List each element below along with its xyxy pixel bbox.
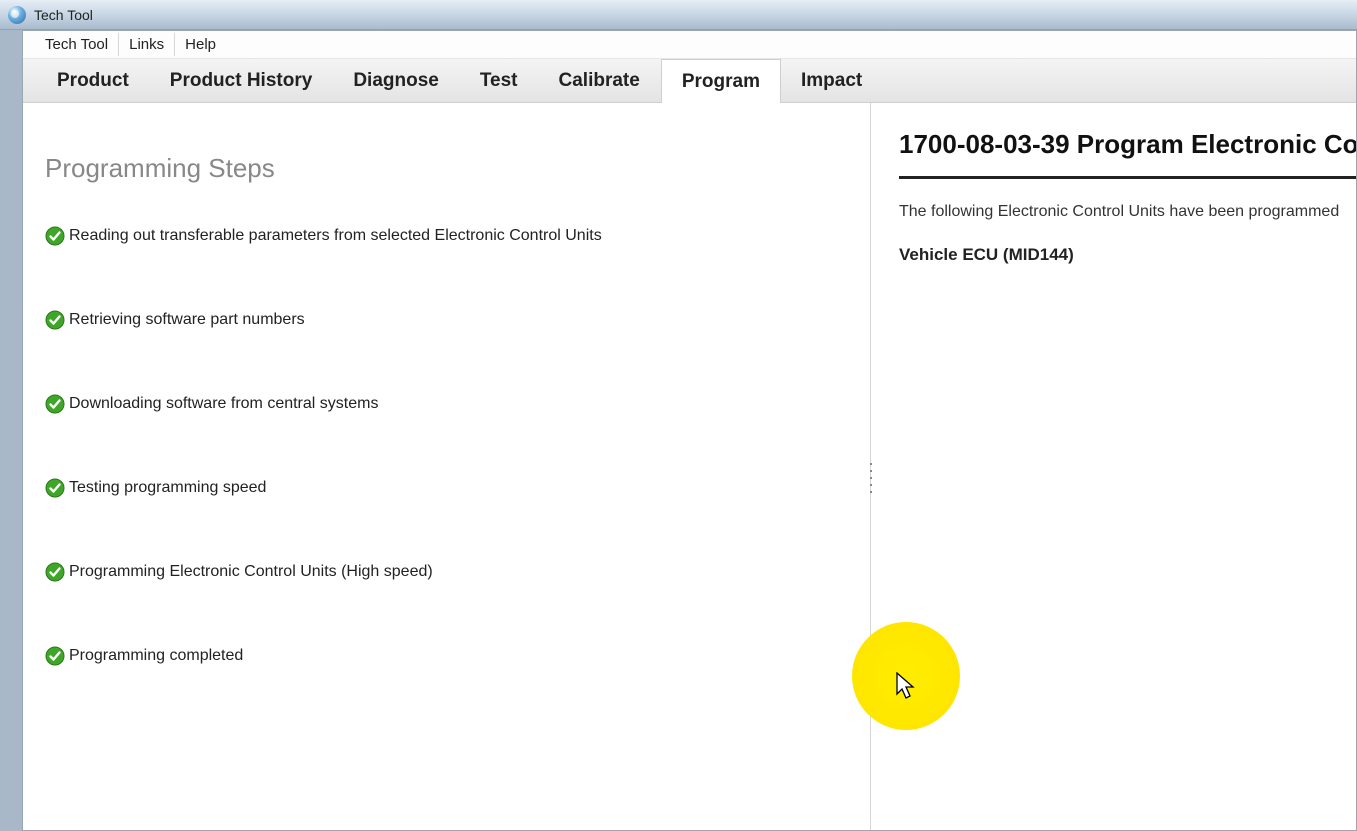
tab-product-history[interactable]: Product History (150, 59, 334, 102)
tab-product[interactable]: Product (37, 59, 150, 102)
tab-program[interactable]: Program (661, 59, 781, 103)
app-icon (8, 6, 26, 24)
check-icon (45, 478, 65, 498)
menu-bar: Tech Tool Links Help (23, 31, 1356, 59)
window-title: Tech Tool (34, 7, 93, 23)
programming-steps-heading: Programming Steps (45, 153, 870, 184)
right-pane-description: The following Electronic Control Units h… (899, 203, 1356, 221)
right-pane: 1700-08-03-39 Program Electronic Control… (871, 103, 1356, 830)
app-frame: Tech Tool Links Help Product Product His… (22, 30, 1357, 831)
menu-item-techtool[interactable]: Tech Tool (35, 33, 119, 56)
step-row: Reading out transferable parameters from… (45, 226, 870, 246)
step-label: Testing programming speed (69, 479, 266, 497)
tab-bar: Product Product History Diagnose Test Ca… (23, 59, 1356, 103)
check-icon (45, 226, 65, 246)
step-label: Reading out transferable parameters from… (69, 227, 602, 245)
right-pane-title: 1700-08-03-39 Program Electronic Control (899, 129, 1356, 179)
menu-item-links[interactable]: Links (119, 33, 175, 56)
tab-diagnose[interactable]: Diagnose (333, 59, 460, 102)
programmed-ecu: Vehicle ECU (MID144) (899, 245, 1356, 265)
tab-impact[interactable]: Impact (781, 59, 883, 102)
step-row: Programming completed (45, 646, 870, 666)
title-bar: Tech Tool (0, 0, 1357, 30)
content-area: Programming Steps Reading out transferab… (23, 103, 1356, 830)
left-pane: Programming Steps Reading out transferab… (23, 103, 871, 830)
check-icon (45, 310, 65, 330)
step-label: Retrieving software part numbers (69, 311, 305, 329)
check-icon (45, 646, 65, 666)
step-row: Testing programming speed (45, 478, 870, 498)
step-label: Programming completed (69, 647, 243, 665)
step-row: Programming Electronic Control Units (Hi… (45, 562, 870, 582)
check-icon (45, 394, 65, 414)
menu-item-help[interactable]: Help (175, 33, 226, 56)
step-row: Retrieving software part numbers (45, 310, 870, 330)
check-icon (45, 562, 65, 582)
tab-calibrate[interactable]: Calibrate (539, 59, 661, 102)
step-label: Programming Electronic Control Units (Hi… (69, 563, 433, 581)
step-label: Downloading software from central system… (69, 395, 378, 413)
tab-test[interactable]: Test (460, 59, 539, 102)
step-row: Downloading software from central system… (45, 394, 870, 414)
